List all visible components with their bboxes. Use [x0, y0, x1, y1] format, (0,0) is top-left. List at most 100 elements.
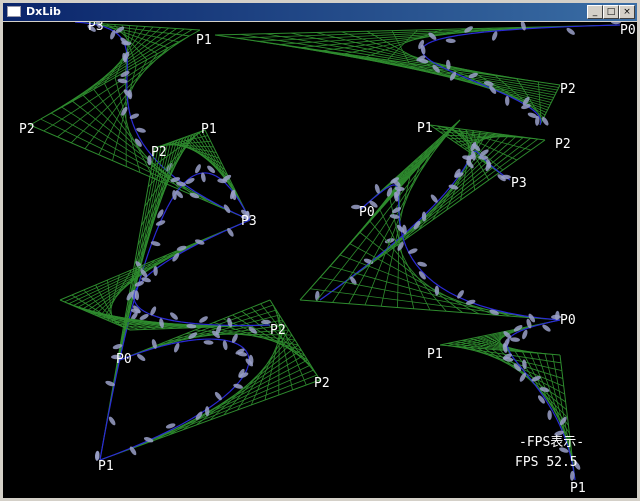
window-title: DxLib	[26, 5, 61, 18]
render-canvas[interactable]: P3 P1 P0 P2 P2 P1 P2 P1 P2 P3 P0 P3 P2 P…	[3, 22, 637, 498]
fish-sprite	[542, 324, 551, 332]
fps-value: 52.5	[546, 455, 578, 470]
construction-line	[130, 441, 146, 449]
construction-line	[132, 123, 137, 131]
minimize-button[interactable]: _	[587, 5, 603, 19]
construction-line	[147, 242, 153, 254]
construction-line	[188, 339, 197, 342]
point-label: P0	[560, 313, 576, 328]
construction-line	[196, 344, 299, 426]
construction-line	[86, 249, 179, 312]
construction-line	[143, 310, 149, 314]
fish-sprite	[547, 410, 552, 421]
construction-line	[195, 323, 204, 325]
fish-sprite	[199, 316, 208, 323]
construction-line	[40, 29, 193, 120]
construction-line	[215, 175, 220, 179]
point-label: P2	[555, 137, 571, 152]
point-label: P3	[241, 214, 257, 229]
point-label: P0	[116, 352, 132, 367]
construction-line	[74, 22, 84, 24]
construction-line	[448, 291, 459, 298]
construction-line	[116, 33, 121, 37]
title-bar[interactable]: DxLib _ □ ×	[3, 3, 637, 21]
construction-line	[551, 319, 561, 323]
fish-sprite	[214, 391, 222, 401]
fish-sprite	[566, 27, 575, 35]
construction-line	[476, 151, 479, 154]
app-icon	[7, 6, 21, 17]
construction-line	[193, 173, 198, 177]
fish-sprite	[510, 337, 521, 342]
construction-line	[555, 417, 560, 425]
point-label: P3	[511, 176, 527, 191]
construction-line	[250, 307, 315, 371]
construction-line	[167, 319, 175, 322]
construction-line	[188, 322, 196, 325]
fish-sprite	[203, 340, 214, 345]
construction-line	[372, 193, 379, 199]
construction-line	[427, 40, 434, 44]
construction-line	[99, 437, 105, 461]
construction-line	[403, 240, 407, 247]
point-label: P1	[98, 459, 114, 474]
fish-sprite	[434, 285, 440, 296]
construction-line	[147, 270, 154, 276]
construction-line	[247, 354, 250, 358]
maximize-button[interactable]: □	[603, 5, 619, 19]
point-label: P2	[19, 122, 35, 137]
construction-line	[244, 368, 248, 374]
construction-line	[475, 150, 478, 153]
construction-line	[203, 323, 213, 326]
construction-line	[217, 338, 224, 341]
construction-line	[51, 28, 185, 114]
construction-line	[182, 349, 302, 431]
construction-line	[107, 394, 113, 416]
construction-line	[211, 231, 224, 238]
construction-line	[140, 308, 145, 312]
construction-line	[103, 415, 109, 438]
construction-line	[133, 298, 136, 302]
construction-line	[246, 364, 250, 369]
construction-line	[590, 24, 621, 27]
bezier-scene	[29, 22, 621, 481]
construction-line	[389, 184, 393, 187]
point-label: P1	[417, 121, 433, 136]
fish-sprite	[108, 416, 116, 426]
construction-line	[424, 42, 429, 47]
construction-line	[418, 133, 496, 231]
construction-line	[398, 218, 401, 224]
construction-line	[240, 345, 245, 350]
fish-sprite	[520, 22, 526, 31]
point-label: P1	[201, 122, 217, 137]
construction-line	[349, 243, 479, 315]
fish-sprite	[491, 31, 498, 41]
construction-line	[197, 172, 202, 175]
construction-line	[506, 346, 509, 349]
construction-line	[207, 172, 212, 175]
construction-line	[142, 143, 148, 151]
construction-line	[115, 447, 132, 455]
fps-readout: FPS 52.5	[515, 455, 578, 471]
construction-line	[134, 301, 137, 305]
close-button[interactable]: ×	[619, 5, 635, 19]
fish-sprite	[505, 95, 510, 106]
construction-line	[511, 333, 515, 337]
construction-line	[127, 369, 314, 451]
construction-line	[163, 206, 168, 216]
fish-sprite	[129, 113, 140, 120]
construction-line	[390, 135, 510, 251]
construction-line	[151, 232, 157, 243]
construction-line	[265, 33, 517, 80]
construction-line	[359, 232, 463, 313]
construction-line	[440, 286, 450, 293]
point-label: P0	[359, 205, 375, 220]
fish-sprite	[159, 318, 164, 329]
construction-line	[196, 338, 205, 341]
point-label: P2	[560, 82, 576, 97]
construction-line	[51, 112, 223, 209]
construction-line	[151, 314, 158, 318]
fish-sprite	[195, 164, 201, 174]
fish-sprite	[222, 340, 228, 351]
construction-line	[444, 186, 451, 194]
